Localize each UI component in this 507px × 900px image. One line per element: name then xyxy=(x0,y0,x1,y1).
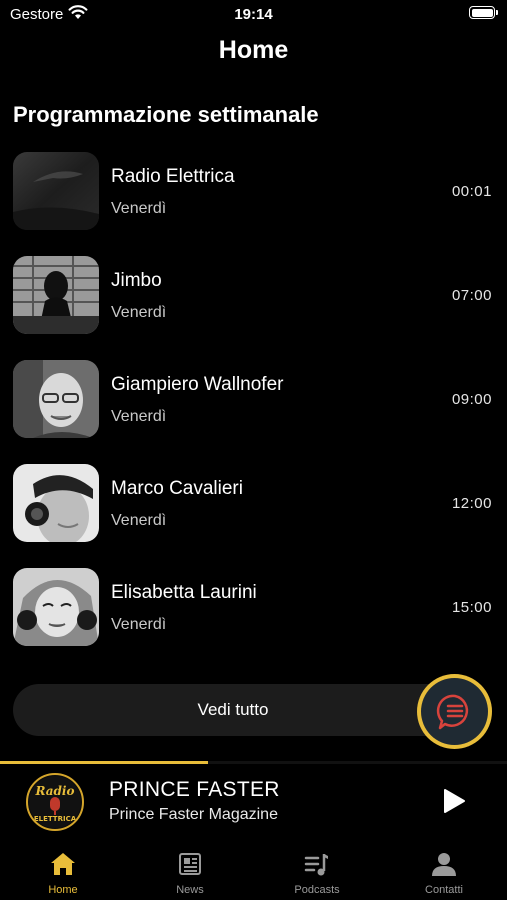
tab-podcasts[interactable]: Podcasts xyxy=(254,846,380,900)
show-time: 07:00 xyxy=(451,287,492,304)
tab-contatti[interactable]: Contatti xyxy=(381,846,507,900)
status-bar: Gestore 19:14 xyxy=(0,0,507,28)
schedule-row[interactable]: Elisabetta Laurini Venerdì 15:00 xyxy=(0,568,507,672)
schedule-list: Radio Elettrica Venerdì 00:01 Jimbo Vene… xyxy=(0,152,507,672)
news-icon xyxy=(179,853,201,875)
tab-bar: Home News Podcasts Contatti xyxy=(0,846,507,900)
schedule-row[interactable]: Jimbo Venerdì 07:00 xyxy=(0,256,507,360)
show-time: 00:01 xyxy=(451,183,492,200)
tab-home[interactable]: Home xyxy=(0,846,126,900)
show-day: Venerdì xyxy=(111,616,167,633)
chat-icon xyxy=(436,694,468,729)
schedule-row[interactable]: Radio Elettrica Venerdì 00:01 xyxy=(0,152,507,256)
home-icon xyxy=(51,853,75,875)
page-title: Home xyxy=(218,36,289,64)
person-icon xyxy=(432,853,456,876)
svg-text:ELETTRICA: ELETTRICA xyxy=(34,815,77,823)
tab-label: News xyxy=(176,884,204,896)
show-time: 15:00 xyxy=(451,599,492,616)
see-all-button[interactable]: Vedi tutto xyxy=(13,684,453,736)
now-playing-subtitle: Prince Faster Magazine xyxy=(109,806,278,823)
tab-label: Contatti xyxy=(425,884,463,896)
show-name: Jimbo xyxy=(111,270,162,291)
show-name: Radio Elettrica xyxy=(111,166,235,187)
show-name: Marco Cavalieri xyxy=(111,478,243,499)
show-thumbnail xyxy=(13,568,99,646)
show-thumbnail xyxy=(13,152,99,230)
show-day: Venerdì xyxy=(111,304,167,321)
show-thumbnail xyxy=(13,464,99,542)
show-time: 09:00 xyxy=(451,391,492,408)
tab-label: Home xyxy=(48,884,78,896)
schedule-row[interactable]: Marco Cavalieri Venerdì 12:00 xyxy=(0,464,507,568)
play-icon[interactable] xyxy=(442,788,466,814)
tab-label: Podcasts xyxy=(294,884,340,896)
status-time: 19:14 xyxy=(234,6,273,23)
schedule-title: Programmazione settimanale xyxy=(13,102,319,127)
station-logo: Radio ELETTRICA xyxy=(26,773,84,831)
show-name: Giampiero Wallnofer xyxy=(111,374,284,395)
now-playing-title: PRINCE FASTER xyxy=(109,778,280,801)
show-time: 12:00 xyxy=(451,495,492,512)
show-thumbnail xyxy=(13,256,99,334)
battery-icon xyxy=(469,6,498,19)
schedule-row[interactable]: Giampiero Wallnofer Venerdì 09:00 xyxy=(0,360,507,464)
mini-player[interactable]: Radio ELETTRICA PRINCE FASTER Prince Fas… xyxy=(0,764,507,844)
show-day: Venerdì xyxy=(111,200,167,217)
show-thumbnail xyxy=(13,360,99,438)
svg-text:Radio: Radio xyxy=(35,784,75,798)
show-day: Venerdì xyxy=(111,408,167,425)
podcasts-icon xyxy=(304,854,328,876)
tab-news[interactable]: News xyxy=(127,846,253,900)
chat-button[interactable] xyxy=(417,674,492,749)
show-name: Elisabetta Laurini xyxy=(111,582,257,603)
show-day: Venerdì xyxy=(111,512,167,529)
